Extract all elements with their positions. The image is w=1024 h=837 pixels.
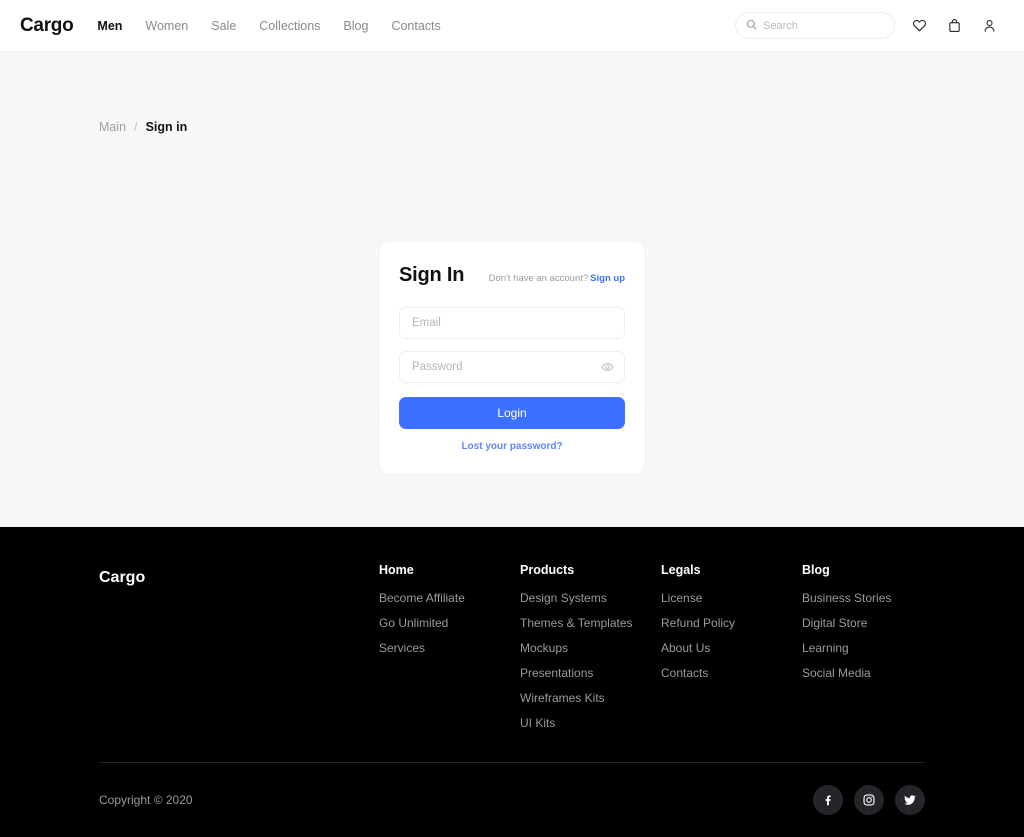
signin-card: Sign In Don't have an account?Sign up Lo… — [380, 242, 644, 474]
footer-column-legals: Legals License Refund Policy About Us Co… — [661, 563, 802, 741]
footer-link[interactable]: Learning — [802, 641, 891, 655]
footer-link[interactable]: Contacts — [661, 666, 802, 680]
footer-column-blog: Blog Business Stories Digital Store Lear… — [802, 563, 891, 741]
footer-link[interactable]: Design Systems — [520, 591, 661, 605]
footer-link[interactable]: Become Affiliate — [379, 591, 520, 605]
breadcrumb-main[interactable]: Main — [99, 120, 126, 134]
breadcrumb-separator: / — [134, 120, 138, 134]
footer-brand-logo[interactable]: Cargo — [99, 563, 379, 741]
footer-column-title: Home — [379, 563, 414, 577]
header-actions — [735, 12, 1000, 39]
nav-item-collections[interactable]: Collections — [259, 19, 320, 33]
page-title: Sign In — [399, 264, 465, 286]
nav-item-blog[interactable]: Blog — [343, 19, 368, 33]
user-icon[interactable] — [978, 15, 1000, 37]
password-field-wrapper[interactable] — [399, 351, 625, 383]
nav-item-women[interactable]: Women — [145, 19, 188, 33]
footer-link[interactable]: Themes & Templates — [520, 616, 661, 630]
twitter-icon[interactable] — [895, 785, 925, 815]
nav-item-contacts[interactable]: Contacts — [391, 19, 440, 33]
lost-password-link[interactable]: Lost your password? — [399, 441, 625, 452]
main-content: Main / Sign in Sign In Don't have an acc… — [0, 52, 1024, 527]
email-field-wrapper[interactable] — [399, 307, 625, 339]
footer-link[interactable]: Business Stories — [802, 591, 891, 605]
footer-column-title: Blog — [802, 563, 830, 577]
signup-link[interactable]: Sign up — [590, 273, 625, 284]
search-box[interactable] — [735, 12, 895, 39]
brand-logo[interactable]: Cargo — [20, 15, 74, 37]
login-button[interactable]: Login — [399, 397, 625, 429]
footer-top: Cargo Home Become Affiliate Go Unlimited… — [99, 563, 925, 741]
footer-link[interactable]: Refund Policy — [661, 616, 802, 630]
nav-item-sale[interactable]: Sale — [211, 19, 236, 33]
footer-columns: Home Become Affiliate Go Unlimited Servi… — [379, 563, 925, 741]
heart-icon[interactable] — [908, 15, 930, 37]
footer-column-title: Legals — [661, 563, 701, 577]
site-header: Cargo Men Women Sale Collections Blog Co… — [0, 0, 1024, 52]
password-field[interactable] — [412, 361, 612, 373]
footer-column-products: Products Design Systems Themes & Templat… — [520, 563, 661, 741]
email-field[interactable] — [412, 317, 612, 329]
footer-link[interactable]: Wireframes Kits — [520, 691, 661, 705]
signup-prompt-text: Don't have an account? — [488, 273, 589, 284]
footer-link[interactable]: Mockups — [520, 641, 661, 655]
breadcrumb: Main / Sign in — [99, 120, 187, 134]
instagram-icon[interactable] — [854, 785, 884, 815]
copyright-text: Copyright © 2020 — [99, 793, 193, 807]
site-footer: Cargo Home Become Affiliate Go Unlimited… — [0, 527, 1024, 837]
social-links — [813, 785, 925, 815]
footer-column-title: Products — [520, 563, 575, 577]
search-input[interactable] — [763, 19, 884, 32]
signup-prompt: Don't have an account? Sign up — [489, 273, 625, 284]
bag-icon[interactable] — [943, 15, 965, 37]
footer-link[interactable]: Presentations — [520, 666, 661, 680]
footer-bottom-bar: Copyright © 2020 — [99, 762, 925, 837]
footer-column-home: Home Become Affiliate Go Unlimited Servi… — [379, 563, 520, 741]
page-root: Cargo Men Women Sale Collections Blog Co… — [0, 0, 1024, 837]
footer-link[interactable]: Services — [379, 641, 520, 655]
footer-link[interactable]: About Us — [661, 641, 802, 655]
footer-link[interactable]: Social Media — [802, 666, 891, 680]
breadcrumb-current: Sign in — [145, 120, 188, 134]
primary-nav: Men Women Sale Collections Blog Contacts — [97, 19, 440, 33]
signin-card-header: Sign In Don't have an account? Sign up — [399, 264, 625, 287]
eye-icon[interactable] — [601, 361, 614, 374]
nav-item-men[interactable]: Men — [97, 19, 122, 33]
footer-link[interactable]: License — [661, 591, 802, 605]
search-icon — [746, 17, 757, 35]
facebook-icon[interactable] — [813, 785, 843, 815]
footer-link[interactable]: UI Kits — [520, 716, 661, 730]
footer-link[interactable]: Digital Store — [802, 616, 891, 630]
footer-link[interactable]: Go Unlimited — [379, 616, 520, 630]
